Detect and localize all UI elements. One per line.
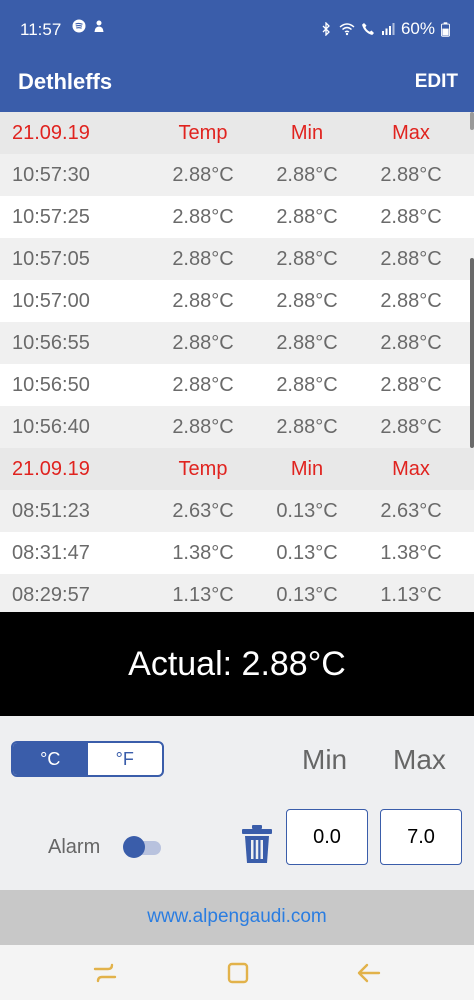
log-row[interactable]: 08:51:23 2.63°C 0.13°C 2.63°C — [0, 490, 474, 532]
signal-icon — [381, 23, 395, 35]
log-max: Max — [392, 122, 430, 144]
log-min: 2.88°C — [276, 164, 338, 186]
log-temp: 2.88°C — [172, 248, 234, 270]
log-time: 10:57:00 — [12, 290, 90, 312]
log-min: 2.88°C — [276, 416, 338, 438]
log-temp: 1.13°C — [172, 584, 234, 606]
log-min: 2.88°C — [276, 290, 338, 312]
log-temp: Temp — [178, 458, 228, 480]
scrollbar-thumb-top[interactable] — [470, 112, 474, 130]
log-min: 2.88°C — [276, 248, 338, 270]
log-time: 08:51:23 — [12, 500, 90, 522]
log-max: 2.88°C — [380, 416, 442, 438]
bluetooth-icon — [322, 22, 330, 36]
log-time: 10:57:25 — [12, 206, 90, 228]
alarm-toggle-knob — [123, 836, 145, 858]
battery-percent: 60% — [400, 19, 435, 38]
website-link[interactable]: www.alpengaudi.com — [147, 906, 327, 928]
log-max: 2.88°C — [380, 332, 442, 354]
log-max: 2.88°C — [380, 164, 442, 186]
trash-icon[interactable] — [241, 824, 273, 864]
scrollbar-thumb[interactable] — [470, 258, 474, 448]
log-temp: 2.63°C — [172, 500, 234, 522]
spotify-icon — [72, 19, 86, 33]
log-min: 2.88°C — [276, 206, 338, 228]
temperature-log-list[interactable]: 21.09.19 Temp Min Max 10:57:30 2.88°C 2.88°C 2.… — [0, 112, 474, 612]
call-icon — [361, 23, 374, 35]
log-time: 10:56:55 — [12, 332, 90, 354]
log-max: 1.13°C — [380, 584, 442, 606]
unit-celsius-button[interactable]: °C — [13, 743, 88, 775]
alarm-label: Alarm — [48, 836, 101, 858]
log-time: 21.09.19 — [12, 122, 90, 144]
log-row[interactable]: 10:57:00 2.88°C 2.88°C 2.88°C — [0, 280, 474, 322]
log-min: 2.88°C — [276, 332, 338, 354]
recent-apps-icon[interactable] — [92, 961, 118, 985]
log-max: 2.88°C — [380, 290, 442, 312]
home-icon[interactable] — [225, 961, 251, 985]
log-row[interactable]: 10:56:50 2.88°C 2.88°C 2.88°C — [0, 364, 474, 406]
battery-icon — [441, 21, 450, 37]
max-value-input[interactable] — [380, 809, 462, 865]
unit-toggle[interactable]: °C °F — [11, 741, 164, 777]
log-max: 2.88°C — [380, 374, 442, 396]
log-temp: 2.88°C — [172, 416, 234, 438]
log-max: 1.38°C — [380, 542, 442, 564]
log-time: 21.09.19 — [12, 458, 90, 480]
max-label: Max — [393, 744, 446, 775]
log-min: 0.13°C — [276, 584, 338, 606]
log-row[interactable]: 10:57:30 2.88°C 2.88°C 2.88°C — [0, 154, 474, 196]
log-max: 2.63°C — [380, 500, 442, 522]
log-max: 2.88°C — [380, 248, 442, 270]
min-value-input[interactable] — [286, 809, 368, 865]
log-min: Min — [290, 458, 324, 480]
system-nav-bar — [0, 945, 474, 1000]
controls-panel: °C °F Min Max Alarm — [0, 716, 474, 890]
log-temp: 1.38°C — [172, 542, 234, 564]
log-min: 0.13°C — [276, 542, 338, 564]
status-system-icons: 60% — [319, 19, 450, 39]
log-row[interactable]: 10:57:05 2.88°C 2.88°C 2.88°C — [0, 238, 474, 280]
log-temp: Temp — [178, 122, 228, 144]
log-min: Min — [290, 122, 324, 144]
log-temp: 2.88°C — [172, 332, 234, 354]
back-icon[interactable] — [356, 961, 382, 985]
log-temp: 2.88°C — [172, 374, 234, 396]
log-time: 08:31:47 — [12, 542, 90, 564]
log-max: Max — [392, 458, 430, 480]
log-time: 10:57:30 — [12, 164, 90, 186]
log-time: 10:57:05 — [12, 248, 90, 270]
log-section-header: 21.09.19 Temp Min Max — [0, 112, 474, 154]
log-row[interactable]: 10:56:55 2.88°C 2.88°C 2.88°C — [0, 322, 474, 364]
log-temp: 2.88°C — [172, 206, 234, 228]
unit-fahrenheit-button[interactable]: °F — [88, 743, 163, 775]
alarm-toggle[interactable] — [123, 836, 161, 858]
log-temp: 2.88°C — [172, 290, 234, 312]
actual-temperature: Actual: 2.88°C — [0, 612, 474, 716]
log-time: 10:56:40 — [12, 416, 90, 438]
log-row[interactable]: 10:56:40 2.88°C 2.88°C 2.88°C — [0, 406, 474, 448]
min-label: Min — [302, 744, 348, 775]
log-row[interactable]: 10:57:25 2.88°C 2.88°C 2.88°C — [0, 196, 474, 238]
footer-bar: www.alpengaudi.com — [0, 890, 474, 945]
log-section-header: 21.09.19 Temp Min Max — [0, 448, 474, 490]
log-row[interactable]: 08:31:47 1.38°C 0.13°C 1.38°C — [0, 532, 474, 574]
edit-button[interactable]: EDIT — [415, 71, 458, 93]
status-notification-icons — [72, 19, 106, 33]
log-max: 2.88°C — [380, 206, 442, 228]
log-row[interactable]: 08:29:57 1.13°C 0.13°C 1.13°C — [0, 574, 474, 612]
status-bar: 11:57 60% — [0, 0, 474, 58]
app-notification-icon — [94, 20, 104, 32]
log-time: 08:29:57 — [12, 584, 90, 606]
app-bar: Dethleffs EDIT — [0, 58, 474, 112]
log-time: 10:56:50 — [12, 374, 90, 396]
wifi-icon — [339, 23, 355, 36]
log-min: 0.13°C — [276, 500, 338, 522]
log-temp: 2.88°C — [172, 164, 234, 186]
app-title: Dethleffs — [18, 69, 113, 94]
log-min: 2.88°C — [276, 374, 338, 396]
status-time: 11:57 — [20, 20, 62, 39]
